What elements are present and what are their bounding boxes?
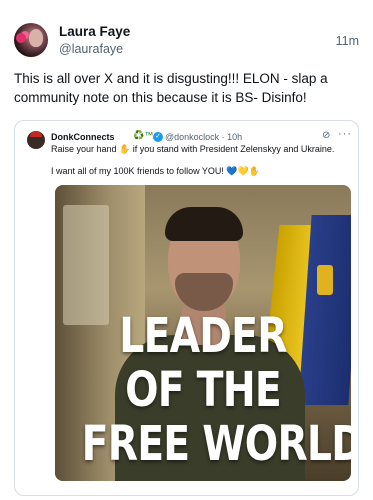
- post-time[interactable]: 11m: [336, 34, 359, 48]
- post-text: This is all over X and it is disgusting!…: [14, 71, 328, 105]
- quoted-image[interactable]: LEADER OF THE FREE WORLD: [55, 185, 351, 481]
- author-handle[interactable]: @laurafaye: [59, 42, 123, 56]
- flower-icon: [16, 33, 26, 43]
- image-headline: LEADER OF THE FREE WORLD: [81, 308, 351, 472]
- headline-line: FREE WORLD: [81, 416, 351, 472]
- avatar-face: [29, 29, 43, 47]
- flag-emblem: [317, 265, 333, 295]
- quoted-author-name[interactable]: DonkConnects: [51, 132, 115, 142]
- quoted-text-line2: I want all of my 100K friends to follow …: [51, 166, 261, 176]
- headline-line: OF THE: [125, 362, 282, 418]
- headline-line: LEADER: [119, 308, 287, 364]
- verified-icon: ✓: [153, 132, 163, 142]
- author-avatar[interactable]: [14, 23, 48, 57]
- grok-icon[interactable]: ⊘: [322, 130, 330, 141]
- quoted-post[interactable]: DonkConnects ♻️™ ✓ @donkoclock · 10h ⊘ ·…: [14, 120, 359, 496]
- post-card: Laura Faye @laurafaye 11m This is all ov…: [0, 0, 373, 500]
- more-icon[interactable]: ···: [338, 128, 352, 140]
- quoted-author-avatar[interactable]: [27, 131, 45, 149]
- author-name[interactable]: Laura Faye: [59, 24, 130, 39]
- image-window: [63, 205, 109, 325]
- quoted-handle-time[interactable]: @donkoclock · 10h: [165, 132, 242, 142]
- quoted-text-line1: Raise your hand ✋ if you stand with Pres…: [51, 144, 335, 154]
- person-hair: [165, 207, 243, 241]
- quoted-author-badges: ♻️™: [133, 130, 154, 140]
